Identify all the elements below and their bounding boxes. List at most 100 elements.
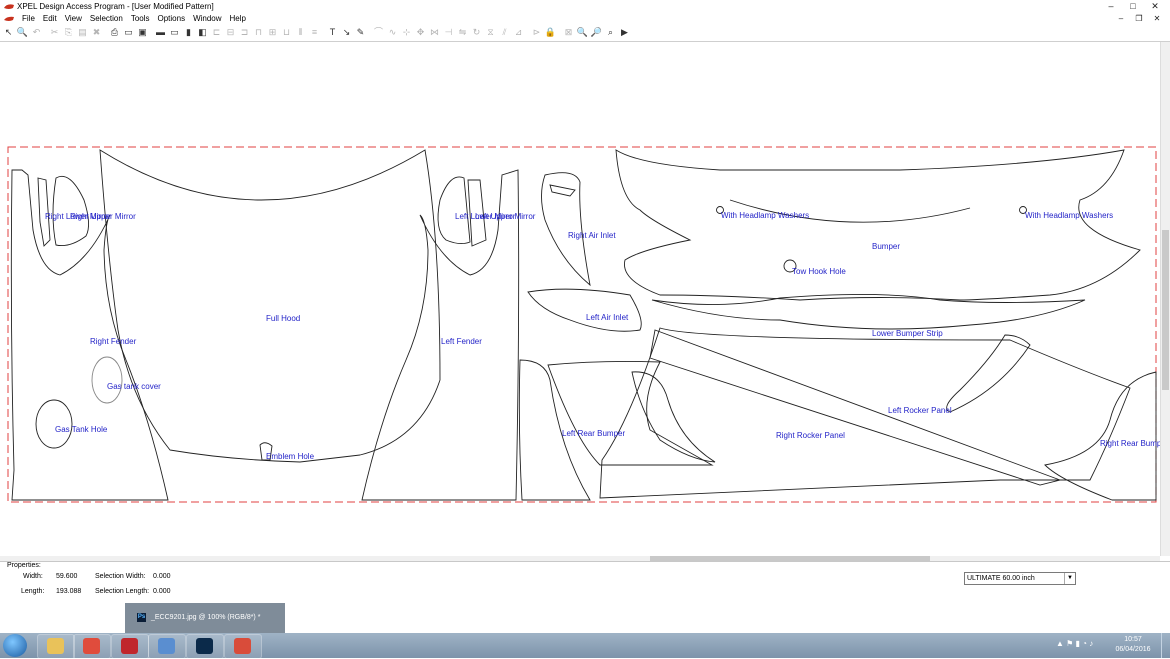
clock-date: 06/04/2016: [1115, 646, 1151, 653]
document-icon[interactable]: [3, 15, 15, 23]
app-icon: [4, 4, 14, 9]
pattern-label: Bumper: [872, 242, 900, 251]
join-icon[interactable]: ⊣: [443, 27, 454, 38]
align-center-icon[interactable]: ⊟: [225, 27, 236, 38]
pattern-label: Left Rear Bumper: [562, 429, 625, 438]
zoom-out-icon[interactable]: 🔎: [591, 27, 602, 38]
pattern-label: Gas tank cover: [107, 382, 161, 391]
taskbar-xpel-dap-button[interactable]: [224, 634, 262, 659]
lock-icon[interactable]: 🔒: [545, 27, 556, 38]
paste-icon[interactable]: ▤: [77, 27, 88, 38]
bumper-shape[interactable]: [615, 149, 1141, 301]
trim-icon[interactable]: ⊿: [513, 27, 524, 38]
pointer-icon[interactable]: ↖: [3, 27, 14, 38]
distribute-h-icon[interactable]: ⫴: [295, 27, 306, 38]
delete-icon[interactable]: ✖: [91, 27, 102, 38]
text-icon[interactable]: T: [327, 27, 338, 38]
selection-length-value: 0.000: [153, 588, 171, 595]
taskbar-preview-popup[interactable]: Ps _ECC9201.jpg @ 100% (RGB/8*) *: [125, 603, 285, 633]
shear-icon[interactable]: ⫽: [499, 27, 510, 38]
zoom-select-icon[interactable]: 🔍: [17, 27, 28, 38]
taskbar-image-viewer-button[interactable]: [148, 634, 186, 659]
zoom-fit-icon[interactable]: ⌕: [605, 27, 616, 38]
right-air-inlet-shape[interactable]: [541, 172, 591, 287]
gas-tank-hole-shape[interactable]: [35, 399, 73, 449]
ruler-icon[interactable]: ▭: [169, 27, 180, 38]
photoshop-icon: Ps: [137, 613, 146, 622]
mirror-icon[interactable]: ⧖: [485, 27, 496, 38]
selection-width-label: Selection Width:: [95, 573, 146, 580]
extend-icon[interactable]: ⊳: [531, 27, 542, 38]
close-button[interactable]: ✕: [1144, 1, 1166, 12]
layers-icon[interactable]: ◧: [197, 27, 208, 38]
cut-plot-icon[interactable]: ▶: [619, 27, 630, 38]
group-icon[interactable]: ⊠: [563, 27, 574, 38]
align-middle-icon[interactable]: ⊞: [267, 27, 278, 38]
taskbar-chrome-button[interactable]: [73, 634, 111, 659]
mdi-close-button[interactable]: ✕: [1148, 14, 1166, 24]
taskbar-explorer-button[interactable]: [37, 634, 75, 659]
left-upper-mirror-shape[interactable]: [437, 176, 471, 245]
full-hood-shape[interactable]: [99, 149, 441, 463]
vertical-scroll-thumb[interactable]: [1162, 230, 1169, 390]
taskbar-creative-cloud-button[interactable]: [111, 634, 149, 659]
width-value: 59.600: [56, 573, 78, 580]
minimize-button[interactable]: –: [1100, 1, 1122, 12]
pattern-drawing[interactable]: Right Lower MirrorRight Upper MirrorFull…: [0, 42, 1162, 556]
menu-view[interactable]: View: [61, 14, 86, 24]
menu-help[interactable]: Help: [226, 14, 250, 24]
undo-icon[interactable]: ↶: [31, 27, 42, 38]
align-top-icon[interactable]: ⊓: [253, 27, 264, 38]
bezier-icon[interactable]: ⌒: [373, 27, 384, 38]
pattern-label: With Headlamp Washers: [1025, 211, 1113, 220]
plotter-icon[interactable]: ▣: [137, 27, 148, 38]
book-icon[interactable]: ▮: [183, 27, 194, 38]
move-icon[interactable]: ✥: [415, 27, 426, 38]
distribute-v-icon[interactable]: ≡: [309, 27, 320, 38]
xpel-dap-icon: [234, 638, 251, 654]
gas-tank-cover-shape[interactable]: [91, 356, 123, 404]
start-button[interactable]: [3, 634, 27, 657]
copy-icon[interactable]: ⎘: [63, 27, 74, 38]
right-rear-bumper-shape[interactable]: [1044, 371, 1157, 501]
break-icon[interactable]: ⋈: [429, 27, 440, 38]
menu-window[interactable]: Window: [189, 14, 225, 24]
print-icon[interactable]: ⎙: [109, 27, 120, 38]
pattern-canvas[interactable]: Right Lower Mirror Right Upper Mirror Full…: [0, 42, 1162, 556]
vertical-scrollbar[interactable]: [1160, 42, 1170, 556]
print-preview-icon[interactable]: ▭: [123, 27, 134, 38]
menu-edit[interactable]: Edit: [39, 14, 61, 24]
flip-icon[interactable]: ⇋: [457, 27, 468, 38]
pen-icon[interactable]: ✎: [355, 27, 366, 38]
menu-tools[interactable]: Tools: [127, 14, 154, 24]
edit-node-icon[interactable]: ↘: [341, 27, 352, 38]
pattern-label: Full Hood: [266, 314, 300, 323]
left-air-inlet-shape[interactable]: [527, 288, 642, 332]
zoom-in-icon[interactable]: 🔍: [577, 27, 588, 38]
rotate-icon[interactable]: ↻: [471, 27, 482, 38]
right-air-inlet-hole: [549, 184, 576, 197]
lower-bumper-strip-shape[interactable]: [651, 293, 1086, 330]
show-desktop-button[interactable]: [1161, 633, 1170, 658]
clock[interactable]: 10:57 06/04/2016: [1108, 635, 1158, 655]
align-right-icon[interactable]: ⊐: [239, 27, 250, 38]
material-select[interactable]: ULTIMATE 60.00 inch ▼: [964, 572, 1076, 585]
maximize-button[interactable]: □: [1122, 1, 1144, 12]
taskbar-photoshop-button[interactable]: [186, 634, 224, 659]
curve-icon[interactable]: ∿: [387, 27, 398, 38]
pattern-label: Right Rocker Panel: [776, 431, 845, 440]
node-icon[interactable]: ⊹: [401, 27, 412, 38]
pattern-label: Left Upper Mirror: [475, 212, 536, 221]
mdi-restore-button[interactable]: ❐: [1130, 14, 1148, 24]
chevron-down-icon[interactable]: ▼: [1064, 573, 1075, 584]
mdi-minimize-button[interactable]: –: [1112, 14, 1130, 24]
line-icon[interactable]: ▬: [155, 27, 166, 38]
right-upper-mirror-shape[interactable]: [52, 175, 89, 247]
menu-file[interactable]: File: [18, 14, 39, 24]
menu-options[interactable]: Options: [154, 14, 190, 24]
align-bottom-icon[interactable]: ⊔: [281, 27, 292, 38]
align-left-icon[interactable]: ⊏: [211, 27, 222, 38]
menu-selection[interactable]: Selection: [86, 14, 127, 24]
right-rocker-panel-shape[interactable]: [599, 327, 1131, 499]
cut-icon[interactable]: ✂: [49, 27, 60, 38]
